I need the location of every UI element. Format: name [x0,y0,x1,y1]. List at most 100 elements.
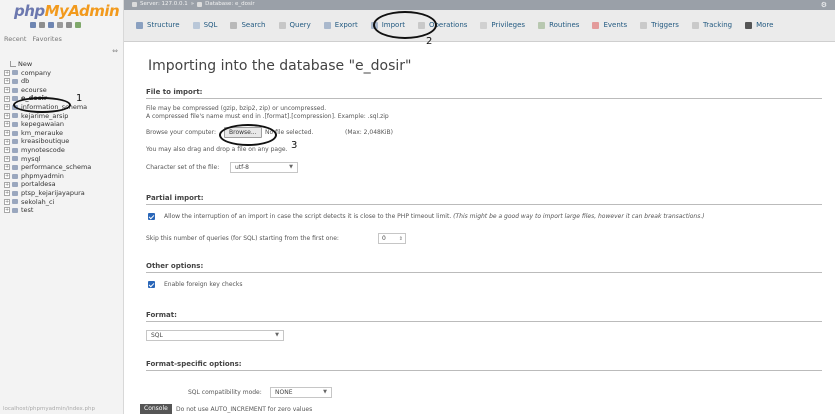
tab-triggers[interactable]: Triggers [640,21,679,29]
expand-icon[interactable]: + [4,78,10,85]
tree-item-label: kreasiboutique [21,137,70,146]
server-icon [132,1,137,7]
tab-search[interactable]: Search [230,21,266,29]
logout-icon[interactable] [39,22,45,28]
tab-more[interactable]: More [745,21,773,29]
tab-label: Triggers [651,21,679,29]
tab-label: Search [241,21,266,29]
database-icon [12,190,18,196]
expand-icon[interactable]: + [4,198,10,205]
allow-interrupt-checkbox[interactable] [148,213,155,220]
tree-item-database[interactable]: + ecourse [4,86,122,95]
annotation-number: 3 [291,140,298,151]
expand-icon[interactable]: + [4,87,10,94]
expand-icon[interactable]: + [4,138,10,145]
expand-icon[interactable]: + [4,104,10,111]
tab-structure[interactable]: Structure [136,21,180,29]
charset-value: utf-8 [235,164,249,171]
expand-icon[interactable]: + [4,112,10,119]
tree-item-database[interactable]: + mysql [4,155,122,164]
tab-label: Query [289,21,311,29]
expand-icon[interactable]: + [4,69,10,76]
tree-item-label: portaldesa [21,180,56,189]
format-specific-heading: Format-specific options: [146,360,242,368]
expand-icon[interactable]: + [4,95,10,102]
sql-compat-value: NONE [275,389,293,396]
database-icon [12,130,18,136]
nav-tab-favorites[interactable]: Favorites [32,35,61,43]
chevron-down-icon: ▼ [289,164,293,170]
sql-docs-icon[interactable] [57,22,63,28]
settings-icon[interactable] [66,22,72,28]
format-select[interactable]: SQL ▼ [146,330,284,341]
sql-compat-select[interactable]: NONE ▼ [270,387,332,398]
tree-item-database[interactable]: + company [4,69,122,78]
docs-icon[interactable] [48,22,54,28]
format-value: SQL [151,332,163,339]
privileges-icon [480,21,488,29]
tree-item-database[interactable]: + kejarime_arsip [4,112,122,121]
breadcrumb-server[interactable]: Server: 127.0.0.1 [140,1,188,7]
compression-hint: File may be compressed (gzip, bzip2, zip… [146,105,327,112]
tree-item-database[interactable]: + kepegawaian [4,120,122,129]
expand-icon[interactable]: + [4,155,10,162]
filename-hint: A compressed file's name must end in .[f… [146,113,389,120]
home-icon[interactable] [30,22,36,28]
collapse-link-icon[interactable]: ⇔ [112,47,118,55]
breadcrumb-database[interactable]: Database: e_dosir [205,1,255,7]
tab-tracking[interactable]: Tracking [691,21,733,29]
expand-icon[interactable]: + [4,130,10,137]
sql-compat-label: SQL compatibility mode: [188,389,262,396]
chevron-down-icon: ▼ [323,389,327,395]
tree-item-label: ecourse [21,85,47,94]
expand-icon[interactable]: + [4,190,10,197]
console-toggle[interactable]: Console [140,404,172,414]
stepper-icon[interactable]: ⇕ [399,235,403,244]
export-icon [323,21,331,29]
reload-icon[interactable] [75,22,81,28]
other-options-heading: Other options: [146,262,204,270]
tab-query[interactable]: Query [278,21,311,29]
skip-queries-input[interactable]: 0 ⇕ [378,233,406,244]
allow-interrupt-note: (This might be a good way to import larg… [453,213,705,220]
divider [146,204,822,205]
main-tabs: Structure SQL Search Query Export Import Opera… [124,10,835,42]
tab-sql[interactable]: SQL [192,21,217,29]
expand-icon[interactable]: + [4,121,10,128]
tree-item-database[interactable]: + performance_schema [4,163,122,172]
tab-label: Tracking [702,21,733,29]
tree-item-new[interactable]: New [4,60,122,69]
tree-item-database[interactable]: + phpmyadmin [4,172,122,181]
expand-icon[interactable]: + [4,181,10,188]
expand-icon[interactable]: + [4,173,10,180]
tree-item-database[interactable]: + km_merauke [4,129,122,138]
tree-item-database[interactable]: + mynotescode [4,146,122,155]
expand-icon[interactable]: + [4,164,10,171]
tab-routines[interactable]: Routines [538,21,579,29]
database-icon [12,121,18,127]
expand-icon[interactable]: + [4,207,10,214]
charset-select[interactable]: utf-8 ▼ [230,162,298,173]
skip-queries-label: Skip this number of queries (for SQL) st… [146,235,339,242]
tree-item-label: performance_schema [21,163,92,172]
tab-events[interactable]: Events [592,21,627,29]
tree-item-database[interactable]: + ptsp_kejarijayapura [4,189,122,198]
tree-item-database[interactable]: + db [4,77,122,86]
tree-item-label: mynotescode [21,145,65,154]
database-tree: New + company + db + ecourse + e_dosir + informati… [4,60,122,215]
auto-increment-label: Do not use AUTO_INCREMENT for zero value… [176,406,313,413]
tab-label: Routines [549,21,580,29]
skip-queries-value: 0 [382,235,386,242]
tree-item-database[interactable]: + sekolah_ci [4,198,122,207]
tree-item-database[interactable]: + portaldesa [4,180,122,189]
gear-icon[interactable]: ⚙ [821,1,827,9]
tree-item-database[interactable]: + kreasiboutique [4,137,122,146]
tree-item-database[interactable]: + test [4,206,122,215]
divider [146,98,822,99]
tab-export[interactable]: Export [323,21,358,29]
tab-privileges[interactable]: Privileges [480,21,525,29]
fk-checks-checkbox[interactable] [148,281,155,288]
expand-icon[interactable]: + [4,147,10,154]
phpmyadmin-logo[interactable]: phpMyAdmin [14,2,120,20]
nav-tab-recent[interactable]: Recent [4,35,26,43]
